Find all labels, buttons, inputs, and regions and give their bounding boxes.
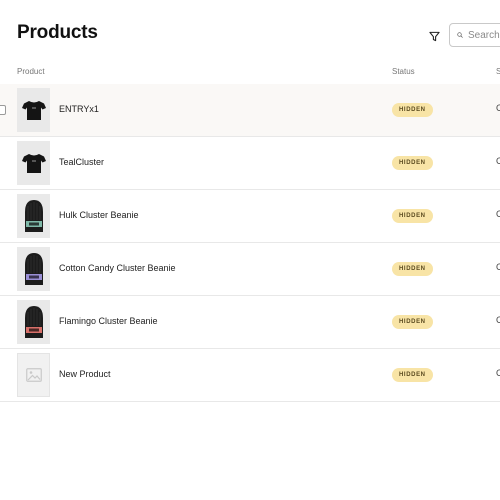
tshirt-icon [21,101,46,120]
status-badge: HIDDEN [392,156,433,170]
product-name[interactable]: Cotton Candy Cluster Beanie [59,263,176,273]
table-header: Product Status S [0,60,500,85]
row-truncated-value: C [496,103,500,113]
filter-button[interactable] [424,26,444,46]
page-title: Products [17,22,98,43]
table-row[interactable]: Flamingo Cluster Beanie HIDDEN C [0,296,500,349]
product-name[interactable]: TealCluster [59,157,104,167]
status-badge: HIDDEN [392,262,433,276]
table-row[interactable]: ENTRYx1 HIDDEN C [0,84,500,137]
row-truncated-value: C [496,262,500,272]
status-badge: HIDDEN [392,368,433,382]
product-table-body: ENTRYx1 HIDDEN C TealCluster HIDDEN C Hu… [0,84,500,402]
table-row[interactable]: TealCluster HIDDEN C [0,137,500,190]
column-header-status[interactable]: Status [392,67,415,76]
product-thumbnail [17,88,50,132]
product-name[interactable]: Hulk Cluster Beanie [59,210,139,220]
search-icon [457,32,463,38]
table-row[interactable]: New Product HIDDEN C [0,349,500,402]
product-name[interactable]: ENTRYx1 [59,104,99,114]
beanie-icon [24,253,43,285]
status-badge: HIDDEN [392,315,433,329]
filter-icon [428,31,440,41]
product-name[interactable]: Flamingo Cluster Beanie [59,316,158,326]
product-name[interactable]: New Product [59,369,111,379]
row-truncated-value: C [496,368,500,378]
beanie-icon [24,200,43,232]
beanie-icon [24,306,43,338]
row-checkbox[interactable] [0,105,6,115]
row-truncated-value: C [496,156,500,166]
product-thumbnail [17,300,50,344]
column-header-truncated[interactable]: S [496,67,500,76]
search-box[interactable] [449,23,500,47]
status-badge: HIDDEN [392,209,433,223]
search-input[interactable] [468,29,500,41]
product-thumbnail [17,141,50,185]
status-badge: HIDDEN [392,103,433,117]
column-header-product[interactable]: Product [17,67,45,76]
product-thumbnail [17,353,50,397]
tshirt-icon [21,154,46,173]
product-thumbnail [17,194,50,238]
row-truncated-value: C [496,315,500,325]
row-truncated-value: C [496,209,500,219]
table-row[interactable]: Cotton Candy Cluster Beanie HIDDEN C [0,243,500,296]
image-placeholder-icon [25,368,42,382]
product-thumbnail [17,247,50,291]
table-row[interactable]: Hulk Cluster Beanie HIDDEN C [0,190,500,243]
products-page: Products Product Status S ENTRYx1 [0,0,500,500]
